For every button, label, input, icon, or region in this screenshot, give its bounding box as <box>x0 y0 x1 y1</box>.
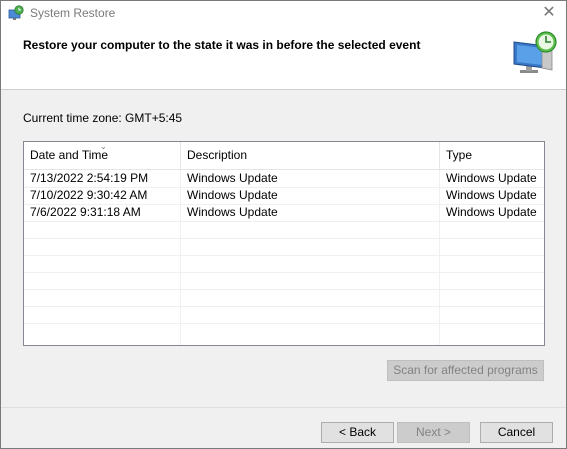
timezone-label: Current time zone: GMT+5:45 <box>23 111 183 125</box>
footer-divider <box>1 407 566 408</box>
sort-indicator-icon: ⌄ <box>100 142 107 151</box>
empty-row <box>24 221 544 239</box>
cell-date: 7/6/2022 9:31:18 AM <box>24 204 181 221</box>
cancel-button[interactable]: Cancel <box>480 422 553 443</box>
empty-row <box>24 238 544 256</box>
title-bar[interactable]: System Restore ✕ <box>1 1 566 25</box>
empty-row <box>24 255 544 273</box>
column-header-description[interactable]: Description <box>181 142 440 169</box>
empty-row <box>24 272 544 290</box>
computer-restore-clock-icon <box>512 30 558 78</box>
column-header-type[interactable]: Type <box>440 142 544 169</box>
empty-row <box>24 289 544 307</box>
cell-date: 7/13/2022 2:54:19 PM <box>24 170 181 187</box>
cell-type: Windows Update <box>446 171 537 185</box>
close-button[interactable]: ✕ <box>532 1 566 25</box>
cell-description: Windows Update <box>181 204 440 221</box>
back-button[interactable]: < Back <box>321 422 394 443</box>
table-row[interactable]: 7/13/2022 2:54:19 PM Windows Update Wind… <box>24 170 544 188</box>
empty-row <box>24 306 544 324</box>
window-title: System Restore <box>30 6 116 20</box>
cell-description: Windows Update <box>181 170 440 187</box>
system-restore-window: System Restore ✕ Restore your computer t… <box>0 0 567 449</box>
close-icon: ✕ <box>542 4 556 21</box>
table-row[interactable]: 7/10/2022 9:30:42 AM Windows Update Wind… <box>24 187 544 205</box>
list-header: Date and Time Description Type ⌄ <box>24 142 544 170</box>
cell-type: Windows Update <box>446 205 537 219</box>
next-button[interactable]: Next > <box>397 422 470 443</box>
page-title: Restore your computer to the state it wa… <box>23 38 421 52</box>
cell-description: Windows Update <box>181 187 440 204</box>
restore-points-list[interactable]: Date and Time Description Type ⌄ 7/13/20… <box>23 141 545 346</box>
cell-date: 7/10/2022 9:30:42 AM <box>24 187 181 204</box>
header-panel: Restore your computer to the state it wa… <box>1 25 566 90</box>
empty-row <box>24 323 544 345</box>
cell-type: Windows Update <box>446 188 537 202</box>
table-row[interactable]: 7/6/2022 9:31:18 AM Windows Update Windo… <box>24 204 544 222</box>
system-restore-icon <box>8 5 24 21</box>
scan-affected-programs-button[interactable]: Scan for affected programs <box>387 360 544 381</box>
